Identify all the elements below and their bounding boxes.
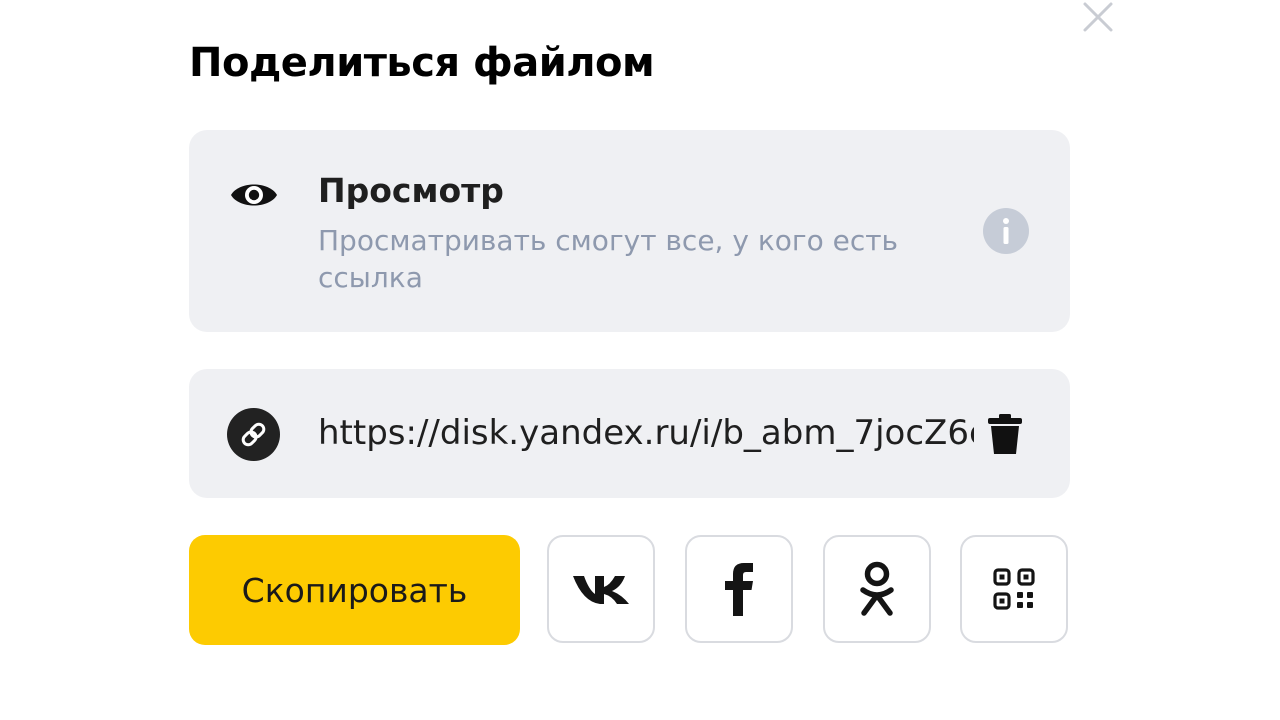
copy-link-button[interactable]: Скопировать [189, 535, 520, 645]
close-button[interactable] [1080, 0, 1116, 34]
access-level-title: Просмотр [318, 171, 504, 210]
share-vk-button[interactable] [547, 535, 655, 643]
trash-icon[interactable] [985, 413, 1025, 455]
share-qr-code-button[interactable] [960, 535, 1068, 643]
vk-icon [573, 576, 629, 604]
close-icon [1083, 2, 1113, 32]
share-link-url[interactable]: https://disk.yandex.ru/i/b_abm_7jocZ6c [318, 411, 974, 455]
access-level-card[interactable]: Просмотр Просматривать смогут все, у ког… [189, 130, 1070, 332]
share-odnoklassniki-button[interactable] [823, 535, 931, 643]
eye-icon [231, 184, 277, 206]
share-link-card: https://disk.yandex.ru/i/b_abm_7jocZ6c [189, 369, 1070, 498]
access-level-description: Просматривать смогут все, у кого есть сс… [318, 224, 899, 294]
odnoklassniki-icon [860, 561, 894, 616]
qr-code-icon [993, 568, 1035, 610]
share-file-dialog: Поделиться файлом Просмотр Просматривать… [0, 0, 1280, 720]
facebook-icon [725, 563, 753, 616]
share-facebook-button[interactable] [685, 535, 793, 643]
info-icon[interactable] [983, 208, 1029, 254]
link-icon [227, 408, 280, 461]
dialog-title: Поделиться файлом [189, 40, 655, 86]
